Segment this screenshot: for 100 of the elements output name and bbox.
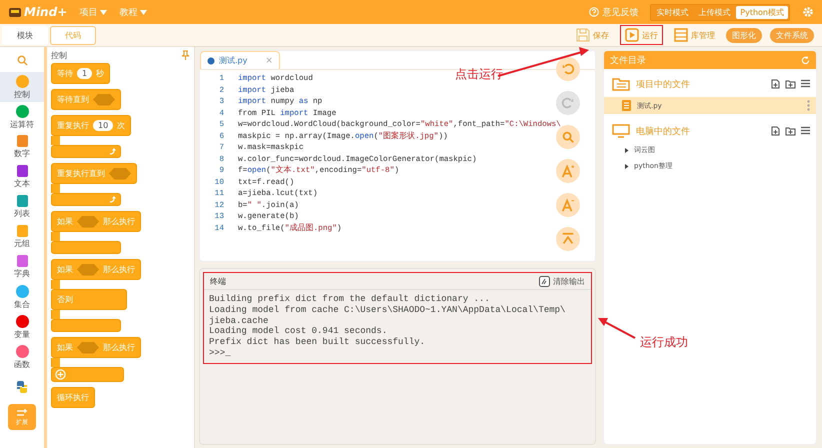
category-item[interactable]: 运算符 bbox=[0, 102, 44, 132]
file-tab[interactable]: 测试.py × bbox=[200, 51, 280, 69]
terminal-output-line: Loading model cost 0.941 seconds. bbox=[209, 326, 388, 338]
search-icon[interactable] bbox=[16, 55, 28, 66]
terminal-output-line: Prefix dict has been built successfully. bbox=[209, 337, 426, 348]
play-icon bbox=[625, 28, 639, 42]
category-item[interactable]: 元组 bbox=[0, 222, 44, 252]
category-item[interactable]: 控制 bbox=[0, 72, 44, 102]
category-label: 变量 bbox=[14, 328, 30, 340]
app-logo: Mind+ bbox=[8, 5, 68, 19]
category-label: 函数 bbox=[14, 358, 30, 370]
document-icon bbox=[622, 100, 631, 111]
mode-option[interactable]: 上传模式 bbox=[694, 6, 734, 18]
section-title: 电脑中的文件 bbox=[636, 126, 690, 138]
category-label: 集合 bbox=[14, 298, 30, 310]
new-file-icon[interactable] bbox=[771, 79, 780, 89]
number-input[interactable]: 10 bbox=[93, 120, 114, 131]
editor-tool-button[interactable] bbox=[556, 193, 580, 217]
block-label: 次 bbox=[117, 120, 126, 131]
settings-icon[interactable] bbox=[802, 6, 814, 18]
menu-icon[interactable] bbox=[801, 126, 810, 135]
code-block[interactable]: 重复执行 10 次 bbox=[51, 115, 132, 136]
loop-arrow-icon bbox=[109, 148, 116, 155]
block-label: 如果 bbox=[57, 342, 73, 353]
help-icon bbox=[589, 7, 600, 17]
editor-tool-button[interactable] bbox=[556, 227, 580, 251]
block-label: 循环执行 bbox=[57, 392, 89, 403]
mode-option[interactable]: 实时模式 bbox=[652, 6, 692, 18]
monitor-icon bbox=[612, 124, 630, 138]
toolbar-button[interactable]: 运行 bbox=[620, 25, 663, 45]
dropdown-caret-icon bbox=[100, 10, 108, 14]
editor-tool-button[interactable] bbox=[556, 57, 580, 81]
category-label: 文本 bbox=[14, 178, 30, 189]
category-label: 列表 bbox=[14, 208, 30, 219]
block-label: 那么执行 bbox=[103, 342, 135, 353]
category-item[interactable]: 文本 bbox=[0, 162, 44, 192]
refresh-icon[interactable] bbox=[801, 56, 810, 64]
toolbar-button[interactable]: 库管理 bbox=[669, 25, 720, 45]
more-icon[interactable] bbox=[807, 100, 810, 111]
block-label: 如果 bbox=[57, 264, 73, 275]
annotation-label: 运行成功 bbox=[640, 334, 688, 351]
annotation-label: 点击运行 bbox=[455, 66, 503, 83]
block-label: 等待直到 bbox=[57, 94, 89, 105]
block-label: 如果 bbox=[57, 216, 73, 227]
terminal-output-line: Loading model from cache C:\Users\SHAODO~1.YAN\AppData\Local\Temp\ bbox=[209, 304, 566, 316]
terminal-output-line: jieba.cache bbox=[209, 316, 270, 326]
python-logo-icon bbox=[15, 380, 29, 394]
block-arm bbox=[51, 232, 60, 241]
category-label: 元组 bbox=[14, 238, 30, 249]
pin-icon[interactable] bbox=[181, 50, 190, 60]
mode-option[interactable]: Python模式 bbox=[736, 6, 788, 18]
block-end-bar bbox=[51, 319, 121, 332]
sliders-plus-icon bbox=[16, 408, 28, 418]
category-label: 控制 bbox=[14, 88, 30, 100]
new-file-icon[interactable] bbox=[771, 126, 780, 136]
palette-title: 控制 bbox=[51, 50, 67, 61]
terminal-output-line: Building prefix dict from the default dictionary ... bbox=[209, 294, 491, 305]
block-arm bbox=[51, 280, 60, 289]
close-icon[interactable]: × bbox=[265, 56, 273, 66]
new-folder-icon[interactable] bbox=[785, 79, 796, 89]
view-tab[interactable]: 模块 bbox=[2, 26, 48, 44]
block-end-bar bbox=[51, 241, 121, 254]
block-label: 等待 bbox=[57, 68, 73, 79]
editor-tool-button[interactable] bbox=[556, 125, 580, 149]
block-label: 重复执行 bbox=[57, 120, 89, 131]
code-block[interactable]: 等待 1 秒 bbox=[51, 63, 110, 84]
scroll-top-icon bbox=[561, 232, 575, 246]
category-label: 字典 bbox=[14, 268, 30, 279]
panel-title: 文件目录 bbox=[610, 54, 646, 66]
category-item[interactable]: 函数 bbox=[0, 342, 44, 372]
search-icon bbox=[561, 130, 575, 144]
python-file-icon bbox=[207, 56, 215, 64]
redo-icon bbox=[561, 96, 575, 110]
section-title: 项目中的文件 bbox=[636, 78, 690, 90]
category-item[interactable]: 变量 bbox=[0, 312, 44, 342]
undo-icon bbox=[561, 62, 575, 76]
category-label: 运算符 bbox=[10, 118, 34, 130]
editor-tool-button[interactable] bbox=[556, 159, 580, 183]
terminal-output-line: >>>_ bbox=[209, 348, 232, 359]
plus-circle-icon[interactable] bbox=[55, 369, 66, 380]
category-item[interactable]: 集合 bbox=[0, 282, 44, 312]
block-label: 重复执行直到 bbox=[57, 168, 105, 179]
block-label: 那么执行 bbox=[103, 264, 135, 275]
toolbar-button[interactable]: 保存 bbox=[571, 25, 614, 45]
folder-list-icon bbox=[612, 77, 630, 91]
annotation-arrow bbox=[598, 318, 636, 339]
block-label: 那么执行 bbox=[103, 216, 135, 227]
terminal-title: 终端 bbox=[210, 276, 226, 286]
menu-icon[interactable] bbox=[801, 79, 810, 88]
category-item[interactable]: 字典 bbox=[0, 252, 44, 282]
clear-output-button[interactable]: 清除输出 bbox=[539, 276, 585, 286]
new-folder-icon[interactable] bbox=[785, 126, 796, 136]
number-input[interactable]: 1 bbox=[77, 68, 92, 79]
font-larger-icon bbox=[561, 164, 575, 178]
dropdown-caret-icon bbox=[140, 10, 148, 14]
category-item[interactable]: 列表 bbox=[0, 192, 44, 222]
font-smaller-icon bbox=[561, 198, 575, 212]
category-label: 数字 bbox=[14, 148, 30, 159]
category-item[interactable]: 数字 bbox=[0, 132, 44, 162]
cabinet-icon bbox=[674, 28, 688, 42]
